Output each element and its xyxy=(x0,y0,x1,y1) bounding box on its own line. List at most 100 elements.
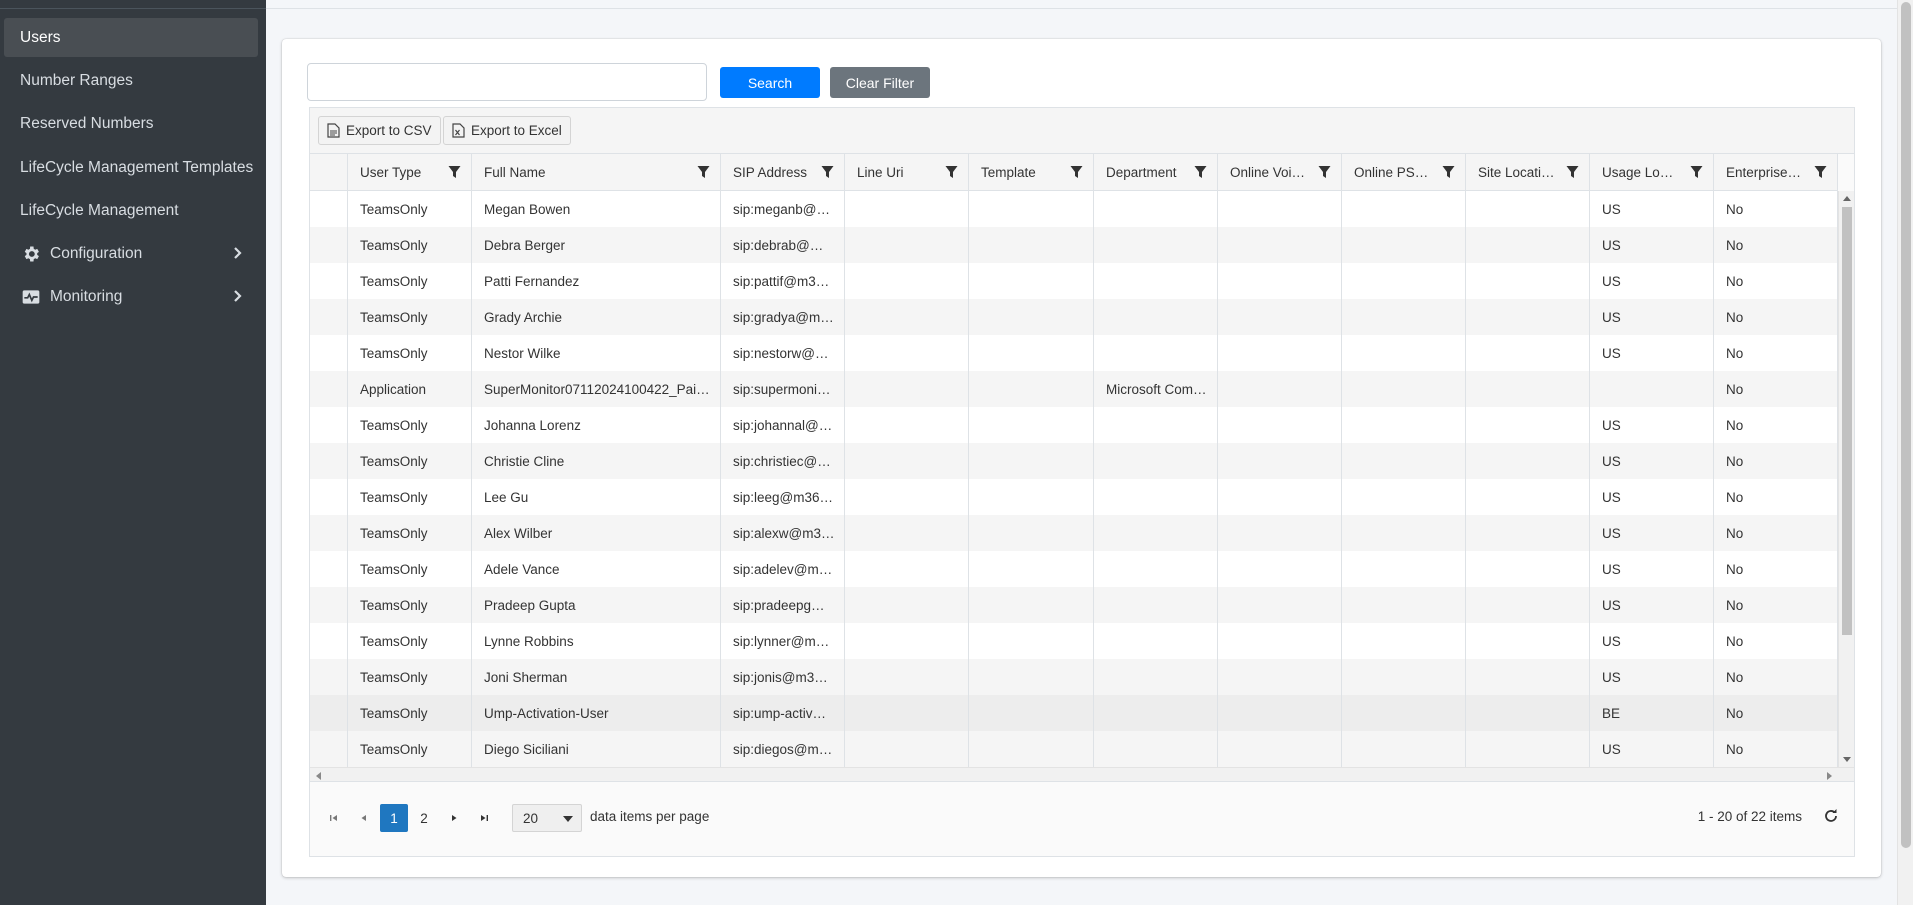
table-row[interactable]: TeamsOnly Patti Fernandez sip:pattif@m3… US… xyxy=(310,263,1838,299)
row-select-cell[interactable] xyxy=(310,731,348,767)
search-button[interactable]: Search xyxy=(720,67,820,98)
scroll-left-icon[interactable] xyxy=(316,772,321,780)
table-row[interactable]: TeamsOnly Johanna Lorenz sip:johannal@… US N… xyxy=(310,407,1838,443)
filter-icon[interactable] xyxy=(945,165,958,179)
table-row[interactable]: TeamsOnly Adele Vance sip:adelev@m… US No xyxy=(310,551,1838,587)
row-select-cell[interactable] xyxy=(310,227,348,263)
cell-line-uri xyxy=(845,407,969,443)
clear-filter-button[interactable]: Clear Filter xyxy=(830,67,930,98)
cell-site-location xyxy=(1466,299,1590,335)
filter-icon[interactable] xyxy=(1690,165,1703,179)
export-excel-label: Export to Excel xyxy=(471,123,562,138)
table-row[interactable]: TeamsOnly Grady Archie sip:gradya@m… US No xyxy=(310,299,1838,335)
page-size-select[interactable]: 20 xyxy=(512,804,582,832)
next-page-button[interactable] xyxy=(440,804,468,832)
export-excel-button[interactable]: Export to Excel xyxy=(443,116,571,145)
page-scroll-thumb[interactable] xyxy=(1901,2,1911,848)
table-row[interactable]: TeamsOnly Megan Bowen sip:meganb@… US No xyxy=(310,191,1838,227)
table-row[interactable]: TeamsOnly Lynne Robbins sip:lynner@m… US No xyxy=(310,623,1838,659)
column-header-sip-address[interactable]: SIP Address xyxy=(721,154,845,191)
next-page-icon xyxy=(452,815,457,821)
column-header-online-voice[interactable]: Online Voi… xyxy=(1218,154,1342,191)
scroll-down-icon[interactable] xyxy=(1843,757,1851,762)
filter-icon[interactable] xyxy=(1318,165,1331,179)
filter-icon[interactable] xyxy=(1566,165,1579,179)
last-page-button[interactable] xyxy=(470,804,498,832)
column-header-line-uri[interactable]: Line Uri xyxy=(845,154,969,191)
page-1-button[interactable]: 1 xyxy=(380,804,408,832)
column-header-label: Online Voi… xyxy=(1230,165,1306,180)
cell-online-pstn xyxy=(1342,263,1466,299)
page-scrollbar[interactable] xyxy=(1897,0,1913,905)
refresh-icon[interactable] xyxy=(1822,807,1840,825)
sidebar-item-reserved-numbers[interactable]: Reserved Numbers xyxy=(4,104,258,143)
table-row[interactable]: TeamsOnly Debra Berger sip:debrab@… US No xyxy=(310,227,1838,263)
column-header-user-type[interactable]: User Type xyxy=(348,154,472,191)
row-select-cell[interactable] xyxy=(310,659,348,695)
table-row[interactable]: TeamsOnly Diego Siciliani sip:diegos@m… US N… xyxy=(310,731,1838,767)
sidebar-item-monitoring[interactable]: Monitoring xyxy=(4,277,258,316)
cell-online-voice xyxy=(1218,659,1342,695)
table-row[interactable]: TeamsOnly Ump-Activation-User sip:ump-acti… xyxy=(310,695,1838,731)
row-select-cell[interactable] xyxy=(310,263,348,299)
cell-full-name: Ump-Activation-User xyxy=(472,695,721,731)
row-select-cell[interactable] xyxy=(310,443,348,479)
sidebar-item-users[interactable]: Users xyxy=(4,18,258,57)
table-row[interactable]: TeamsOnly Nestor Wilke sip:nestorw@… US No xyxy=(310,335,1838,371)
filter-icon[interactable] xyxy=(697,165,710,179)
row-select-cell[interactable] xyxy=(310,695,348,731)
row-select-cell[interactable] xyxy=(310,587,348,623)
sidebar-item-lifecycle-management[interactable]: LifeCycle Management xyxy=(4,191,258,230)
column-header-full-name[interactable]: Full Name xyxy=(472,154,721,191)
page-2-button[interactable]: 2 xyxy=(410,804,438,832)
cell-usage-location: US xyxy=(1590,623,1714,659)
scroll-thumb[interactable] xyxy=(1842,207,1852,635)
row-select-cell[interactable] xyxy=(310,407,348,443)
sidebar-item-configuration[interactable]: Configuration xyxy=(4,234,258,273)
search-input[interactable] xyxy=(307,63,707,101)
table-row[interactable]: TeamsOnly Lee Gu sip:leeg@m36… US No xyxy=(310,479,1838,515)
sidebar-item-number-ranges[interactable]: Number Ranges xyxy=(4,61,258,100)
scroll-up-icon[interactable] xyxy=(1843,196,1851,201)
row-select-cell[interactable] xyxy=(310,335,348,371)
horizontal-scrollbar[interactable] xyxy=(310,767,1854,782)
row-select-cell[interactable] xyxy=(310,191,348,227)
prev-page-button[interactable] xyxy=(350,804,378,832)
column-header-enterprise[interactable]: Enterprise… xyxy=(1714,154,1838,191)
table-row[interactable]: TeamsOnly Christie Cline sip:christiec@… US… xyxy=(310,443,1838,479)
row-select-cell[interactable] xyxy=(310,299,348,335)
cell-online-pstn xyxy=(1342,551,1466,587)
row-select-cell[interactable] xyxy=(310,371,348,407)
table-row[interactable]: TeamsOnly Pradeep Gupta sip:pradeepg… US No xyxy=(310,587,1838,623)
column-header-template[interactable]: Template xyxy=(969,154,1094,191)
row-select-cell[interactable] xyxy=(310,515,348,551)
first-page-icon xyxy=(330,815,337,821)
row-select-cell[interactable] xyxy=(310,551,348,587)
filter-icon[interactable] xyxy=(821,165,834,179)
table-row[interactable]: TeamsOnly Alex Wilber sip:alexw@m3… US No xyxy=(310,515,1838,551)
filter-icon[interactable] xyxy=(1194,165,1207,179)
cell-line-uri xyxy=(845,731,969,767)
column-header-usage-location[interactable]: Usage Loc… xyxy=(1590,154,1714,191)
filter-icon[interactable] xyxy=(1814,165,1827,179)
cell-usage-location: US xyxy=(1590,515,1714,551)
column-header-site-location[interactable]: Site Location xyxy=(1466,154,1590,191)
scroll-right-icon[interactable] xyxy=(1827,772,1832,780)
column-header-online-pstn[interactable]: Online PST… xyxy=(1342,154,1466,191)
vertical-scrollbar[interactable] xyxy=(1838,191,1854,767)
cell-user-type: TeamsOnly xyxy=(348,479,472,515)
filter-icon[interactable] xyxy=(1070,165,1083,179)
export-csv-button[interactable]: Export to CSV xyxy=(318,116,441,145)
table-row[interactable]: Application SuperMonitor07112024100422_Pa… xyxy=(310,371,1838,407)
column-header-department[interactable]: Department xyxy=(1094,154,1218,191)
row-select-cell[interactable] xyxy=(310,479,348,515)
filter-icon[interactable] xyxy=(448,165,461,179)
sidebar-item-lifecycle-templates[interactable]: LifeCycle Management Templates xyxy=(4,148,258,187)
filter-icon[interactable] xyxy=(1442,165,1455,179)
row-select-cell[interactable] xyxy=(310,623,348,659)
cell-enterprise: No xyxy=(1714,515,1838,551)
cell-full-name: Debra Berger xyxy=(472,227,721,263)
export-csv-label: Export to CSV xyxy=(346,123,432,138)
first-page-button[interactable] xyxy=(320,804,348,832)
table-row[interactable]: TeamsOnly Joni Sherman sip:jonis@m3… US No xyxy=(310,659,1838,695)
